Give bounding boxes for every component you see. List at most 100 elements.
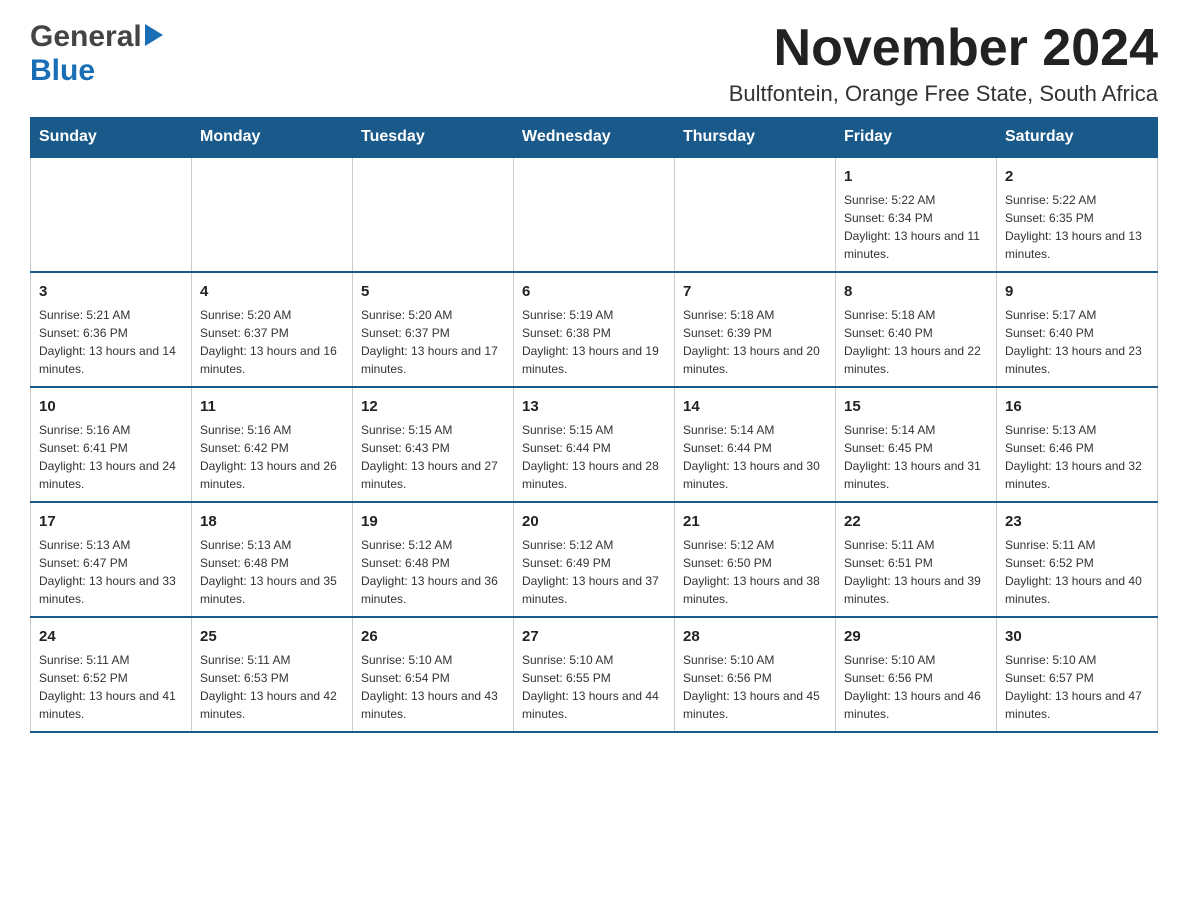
calendar-cell-w3-d2: 11 Sunrise: 5:16 AMSunset: 6:42 PMDayligh… xyxy=(192,387,353,502)
day-number: 10 xyxy=(39,396,183,417)
day-number: 11 xyxy=(200,396,344,417)
day-info: Sunrise: 5:20 AMSunset: 6:37 PMDaylight:… xyxy=(361,306,505,378)
weekday-header-row: Sunday Monday Tuesday Wednesday Thursday… xyxy=(31,118,1158,158)
calendar-cell-w4-d7: 23 Sunrise: 5:11 AMSunset: 6:52 PMDayligh… xyxy=(997,502,1158,617)
day-number: 23 xyxy=(1005,511,1149,532)
day-info: Sunrise: 5:13 AMSunset: 6:48 PMDaylight:… xyxy=(200,536,344,608)
page-header: General Blue November 2024 Bultfontein, … xyxy=(30,20,1158,107)
header-wednesday: Wednesday xyxy=(514,118,675,158)
day-number: 13 xyxy=(522,396,666,417)
day-info: Sunrise: 5:22 AMSunset: 6:35 PMDaylight:… xyxy=(1005,191,1149,263)
day-info: Sunrise: 5:22 AMSunset: 6:34 PMDaylight:… xyxy=(844,191,988,263)
calendar-cell-w5-d3: 26 Sunrise: 5:10 AMSunset: 6:54 PMDayligh… xyxy=(353,617,514,732)
calendar-cell-w4-d2: 18Sunrise: 5:13 AMSunset: 6:48 PMDayligh… xyxy=(192,502,353,617)
day-number: 19 xyxy=(361,511,505,532)
calendar-cell-w3-d6: 15 Sunrise: 5:14 AMSunset: 6:45 PMDayligh… xyxy=(836,387,997,502)
day-info: Sunrise: 5:12 AMSunset: 6:49 PMDaylight:… xyxy=(522,536,666,608)
header-friday: Friday xyxy=(836,118,997,158)
day-number: 9 xyxy=(1005,281,1149,302)
calendar-cell-w4-d6: 22 Sunrise: 5:11 AMSunset: 6:51 PMDayligh… xyxy=(836,502,997,617)
day-number: 1 xyxy=(844,166,988,187)
day-number: 15 xyxy=(844,396,988,417)
calendar-cell-w1-d3 xyxy=(353,157,514,272)
day-number: 21 xyxy=(683,511,827,532)
logo-blue-text: Blue xyxy=(30,54,95,87)
day-info: Sunrise: 5:12 AMSunset: 6:50 PMDaylight:… xyxy=(683,536,827,608)
week-row-3: 10 Sunrise: 5:16 AMSunset: 6:41 PMDayligh… xyxy=(31,387,1158,502)
month-title: November 2024 xyxy=(729,20,1158,77)
calendar-cell-w2-d6: 8 Sunrise: 5:18 AMSunset: 6:40 PMDaylight… xyxy=(836,272,997,387)
day-info: Sunrise: 5:11 AMSunset: 6:52 PMDaylight:… xyxy=(1005,536,1149,608)
calendar-cell-w1-d2 xyxy=(192,157,353,272)
header-sunday: Sunday xyxy=(31,118,192,158)
calendar-cell-w1-d1 xyxy=(31,157,192,272)
calendar-cell-w3-d5: 14 Sunrise: 5:14 AMSunset: 6:44 PMDayligh… xyxy=(675,387,836,502)
calendar-cell-w3-d7: 16 Sunrise: 5:13 AMSunset: 6:46 PMDayligh… xyxy=(997,387,1158,502)
calendar-cell-w5-d7: 30Sunrise: 5:10 AMSunset: 6:57 PMDayligh… xyxy=(997,617,1158,732)
day-number: 20 xyxy=(522,511,666,532)
calendar-cell-w1-d6: 1 Sunrise: 5:22 AMSunset: 6:34 PMDaylight… xyxy=(836,157,997,272)
week-row-2: 3Sunrise: 5:21 AMSunset: 6:36 PMDaylight… xyxy=(31,272,1158,387)
day-info: Sunrise: 5:10 AMSunset: 6:54 PMDaylight:… xyxy=(361,651,505,723)
day-number: 7 xyxy=(683,281,827,302)
day-info: Sunrise: 5:13 AMSunset: 6:46 PMDaylight:… xyxy=(1005,421,1149,493)
week-row-4: 17 Sunrise: 5:13 AMSunset: 6:47 PMDayligh… xyxy=(31,502,1158,617)
calendar-cell-w2-d5: 7Sunrise: 5:18 AMSunset: 6:39 PMDaylight… xyxy=(675,272,836,387)
day-number: 2 xyxy=(1005,166,1149,187)
logo-arrow-icon xyxy=(145,24,163,51)
header-monday: Monday xyxy=(192,118,353,158)
calendar-cell-w1-d4 xyxy=(514,157,675,272)
calendar-cell-w2-d4: 6 Sunrise: 5:19 AMSunset: 6:38 PMDaylight… xyxy=(514,272,675,387)
day-info: Sunrise: 5:10 AMSunset: 6:55 PMDaylight:… xyxy=(522,651,666,723)
day-info: Sunrise: 5:16 AMSunset: 6:41 PMDaylight:… xyxy=(39,421,183,493)
calendar-cell-w4-d3: 19Sunrise: 5:12 AMSunset: 6:48 PMDayligh… xyxy=(353,502,514,617)
calendar-cell-w1-d7: 2 Sunrise: 5:22 AMSunset: 6:35 PMDaylight… xyxy=(997,157,1158,272)
day-number: 22 xyxy=(844,511,988,532)
day-info: Sunrise: 5:10 AMSunset: 6:56 PMDaylight:… xyxy=(844,651,988,723)
location-subtitle: Bultfontein, Orange Free State, South Af… xyxy=(729,81,1158,107)
calendar-cell-w5-d2: 25 Sunrise: 5:11 AMSunset: 6:53 PMDayligh… xyxy=(192,617,353,732)
day-info: Sunrise: 5:21 AMSunset: 6:36 PMDaylight:… xyxy=(39,306,183,378)
day-info: Sunrise: 5:10 AMSunset: 6:56 PMDaylight:… xyxy=(683,651,827,723)
header-saturday: Saturday xyxy=(997,118,1158,158)
header-thursday: Thursday xyxy=(675,118,836,158)
day-number: 29 xyxy=(844,626,988,647)
calendar-cell-w2-d1: 3Sunrise: 5:21 AMSunset: 6:36 PMDaylight… xyxy=(31,272,192,387)
week-row-5: 24Sunrise: 5:11 AMSunset: 6:52 PMDayligh… xyxy=(31,617,1158,732)
calendar-table: Sunday Monday Tuesday Wednesday Thursday… xyxy=(30,117,1158,733)
day-info: Sunrise: 5:19 AMSunset: 6:38 PMDaylight:… xyxy=(522,306,666,378)
calendar-cell-w3-d4: 13 Sunrise: 5:15 AMSunset: 6:44 PMDayligh… xyxy=(514,387,675,502)
day-info: Sunrise: 5:14 AMSunset: 6:44 PMDaylight:… xyxy=(683,421,827,493)
day-info: Sunrise: 5:16 AMSunset: 6:42 PMDaylight:… xyxy=(200,421,344,493)
day-info: Sunrise: 5:11 AMSunset: 6:51 PMDaylight:… xyxy=(844,536,988,608)
day-number: 25 xyxy=(200,626,344,647)
day-info: Sunrise: 5:11 AMSunset: 6:53 PMDaylight:… xyxy=(200,651,344,723)
calendar-cell-w1-d5 xyxy=(675,157,836,272)
calendar-cell-w5-d4: 27 Sunrise: 5:10 AMSunset: 6:55 PMDayligh… xyxy=(514,617,675,732)
week-row-1: 1 Sunrise: 5:22 AMSunset: 6:34 PMDaylight… xyxy=(31,157,1158,272)
day-info: Sunrise: 5:20 AMSunset: 6:37 PMDaylight:… xyxy=(200,306,344,378)
calendar-cell-w2-d3: 5 Sunrise: 5:20 AMSunset: 6:37 PMDaylight… xyxy=(353,272,514,387)
day-info: Sunrise: 5:18 AMSunset: 6:40 PMDaylight:… xyxy=(844,306,988,378)
day-number: 26 xyxy=(361,626,505,647)
day-info: Sunrise: 5:15 AMSunset: 6:43 PMDaylight:… xyxy=(361,421,505,493)
day-number: 27 xyxy=(522,626,666,647)
day-info: Sunrise: 5:14 AMSunset: 6:45 PMDaylight:… xyxy=(844,421,988,493)
day-number: 16 xyxy=(1005,396,1149,417)
day-number: 6 xyxy=(522,281,666,302)
day-info: Sunrise: 5:15 AMSunset: 6:44 PMDaylight:… xyxy=(522,421,666,493)
calendar-cell-w2-d2: 4 Sunrise: 5:20 AMSunset: 6:37 PMDaylight… xyxy=(192,272,353,387)
calendar-cell-w2-d7: 9 Sunrise: 5:17 AMSunset: 6:40 PMDaylight… xyxy=(997,272,1158,387)
calendar-cell-w3-d3: 12 Sunrise: 5:15 AMSunset: 6:43 PMDayligh… xyxy=(353,387,514,502)
day-number: 28 xyxy=(683,626,827,647)
day-info: Sunrise: 5:17 AMSunset: 6:40 PMDaylight:… xyxy=(1005,306,1149,378)
day-number: 8 xyxy=(844,281,988,302)
day-number: 17 xyxy=(39,511,183,532)
day-number: 14 xyxy=(683,396,827,417)
day-info: Sunrise: 5:13 AMSunset: 6:47 PMDaylight:… xyxy=(39,536,183,608)
day-number: 30 xyxy=(1005,626,1149,647)
title-block: November 2024 Bultfontein, Orange Free S… xyxy=(729,20,1158,107)
day-number: 4 xyxy=(200,281,344,302)
day-number: 12 xyxy=(361,396,505,417)
day-number: 5 xyxy=(361,281,505,302)
